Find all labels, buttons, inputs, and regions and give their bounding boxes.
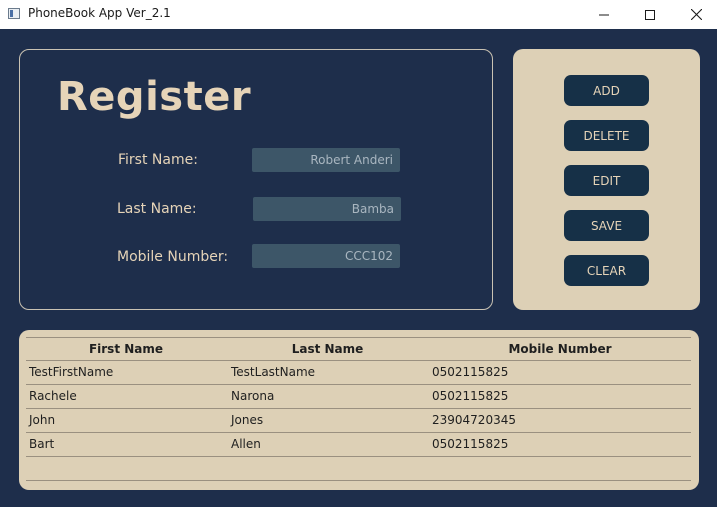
cell-first-name: Bart (29, 437, 55, 451)
cell-last-name: Allen (231, 437, 261, 451)
table-row[interactable]: Bart Allen 0502115825 (26, 433, 691, 457)
register-panel: Register First Name: Last Name: Mobile N… (19, 49, 493, 310)
first-name-input[interactable] (252, 148, 400, 172)
cell-mobile-number: 0502115825 (432, 365, 509, 379)
save-button[interactable]: SAVE (564, 210, 649, 241)
minimize-icon (599, 14, 609, 15)
table-row-empty[interactable] (26, 457, 691, 481)
contacts-table: First Name Last Name Mobile Number TestF… (26, 337, 691, 481)
cell-mobile-number: 0502115825 (432, 437, 509, 451)
close-button[interactable] (673, 0, 717, 29)
table-row[interactable]: Rachele Narona 0502115825 (26, 385, 691, 409)
column-header-last-name[interactable]: Last Name (228, 338, 427, 361)
contacts-table-panel: First Name Last Name Mobile Number TestF… (19, 330, 699, 490)
maximize-icon (645, 9, 655, 20)
cell-first-name: TestFirstName (29, 365, 114, 379)
cell-last-name: Narona (231, 389, 275, 403)
first-name-label: First Name: (118, 152, 198, 168)
minimize-button[interactable] (581, 0, 627, 29)
table-header-row: First Name Last Name Mobile Number (26, 337, 691, 361)
delete-button[interactable]: DELETE (564, 120, 649, 151)
last-name-input[interactable] (253, 197, 401, 221)
cell-last-name: TestLastName (231, 365, 316, 379)
register-title: Register (57, 74, 252, 120)
window-title: PhoneBook App Ver_2.1 (28, 6, 171, 20)
cell-first-name: Rachele (29, 389, 77, 403)
cell-mobile-number: 23904720345 (432, 413, 516, 427)
column-header-first-name[interactable]: First Name (26, 338, 226, 361)
mobile-number-label: Mobile Number: (117, 249, 229, 265)
title-bar: PhoneBook App Ver_2.1 (0, 0, 717, 29)
cell-first-name: John (29, 413, 56, 427)
cell-mobile-number: 0502115825 (432, 389, 509, 403)
column-header-mobile-number[interactable]: Mobile Number (429, 338, 691, 361)
table-row[interactable]: TestFirstName TestLastName 0502115825 (26, 361, 691, 385)
table-row[interactable]: John Jones 23904720345 (26, 409, 691, 433)
action-panel: ADD DELETE EDIT SAVE CLEAR (513, 49, 700, 310)
mobile-number-input[interactable] (252, 244, 400, 268)
last-name-label: Last Name: (117, 201, 197, 217)
edit-button[interactable]: EDIT (564, 165, 649, 196)
maximize-button[interactable] (627, 0, 673, 29)
clear-button[interactable]: CLEAR (564, 255, 649, 286)
cell-last-name: Jones (231, 413, 264, 427)
app-icon (8, 8, 20, 19)
close-icon (690, 9, 702, 20)
add-button[interactable]: ADD (564, 75, 649, 106)
